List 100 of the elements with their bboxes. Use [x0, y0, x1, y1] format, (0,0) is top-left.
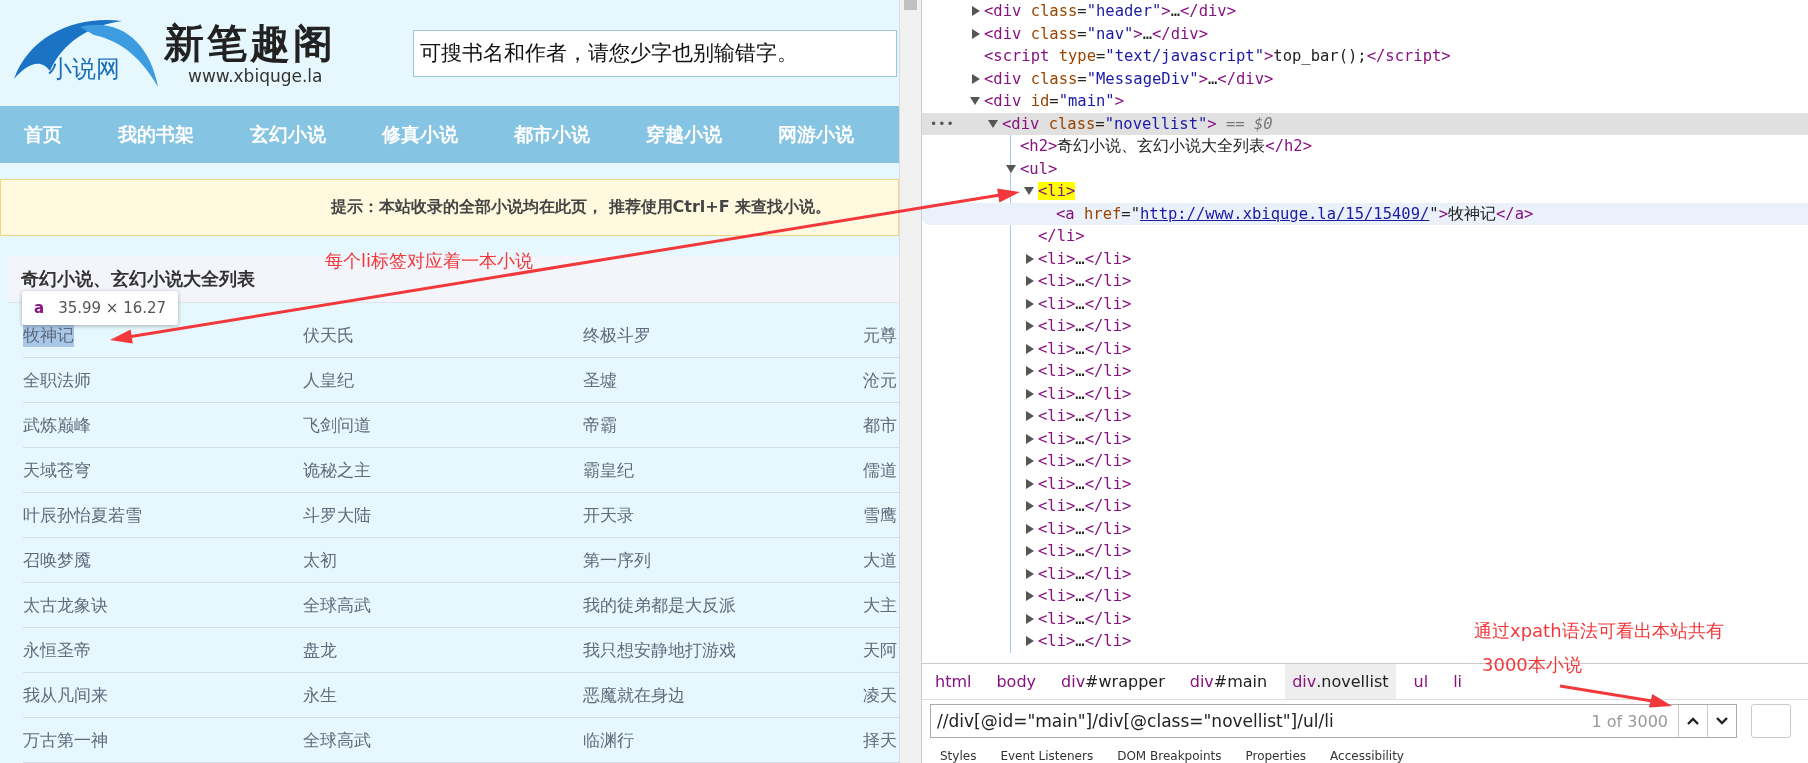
novel-link[interactable]: 伏天氏	[303, 323, 354, 347]
dom-tree-row[interactable]: </li>	[922, 225, 1085, 248]
panel-tab[interactable]: Accessibility	[1330, 749, 1404, 763]
breadcrumb-item[interactable]: body	[989, 664, 1044, 700]
dom-tree-row[interactable]: <li>…</li>	[922, 270, 1132, 293]
dom-tree-row[interactable]: <li>…</li>	[922, 337, 1132, 360]
novel-link[interactable]: 诡秘之主	[303, 458, 371, 482]
novel-link[interactable]: 天域苍穹	[23, 458, 91, 482]
search-field[interactable]: 可搜书名和作者，请您少字也别输错字。	[413, 29, 897, 77]
novel-link[interactable]: 叶辰孙怡夏若雪	[23, 503, 142, 527]
panel-tab[interactable]: DOM Breakpoints	[1117, 749, 1222, 763]
dom-tree-row[interactable]: <div class="header">…</div>	[922, 0, 1236, 23]
dom-tree-row[interactable]: <li>…</li>	[922, 630, 1132, 653]
code-text: <li>…</li>	[1038, 586, 1132, 607]
novel-link[interactable]: 天阿	[863, 638, 897, 662]
novel-link[interactable]: 全职法师	[23, 368, 91, 392]
novel-link[interactable]: 万古第一神	[23, 728, 108, 752]
breadcrumb-item[interactable]: ul	[1406, 664, 1436, 700]
xpath-search-field[interactable]: //div[@id="main"]/div[@class="novellist"]/ul/li 1 of 3000	[930, 704, 1737, 739]
dom-tree-row[interactable]: <li>…</li>	[922, 247, 1132, 270]
novel-link[interactable]: 太初	[303, 548, 337, 572]
novel-link[interactable]: 永恒圣帝	[23, 638, 91, 662]
site-name: 新笔趣阁	[164, 20, 336, 66]
dom-tree-row[interactable]: <li>…</li>	[922, 405, 1132, 428]
novel-link[interactable]: 全球高武	[303, 728, 371, 752]
match-count: 1 of 3000	[1591, 711, 1668, 731]
breadcrumb-item[interactable]: div#main	[1182, 664, 1275, 700]
novel-link[interactable]: 我的徒弟都是大反派	[583, 593, 736, 617]
novel-link[interactable]: 大主	[863, 593, 897, 617]
novel-link[interactable]: 永生	[303, 683, 337, 707]
annotation-note: 通过xpath语法可看出本站共有 3000本小说	[1474, 619, 1724, 677]
dom-tree-row[interactable]: <li>…</li>	[922, 450, 1132, 473]
dom-tree-row[interactable]: <div id="main">	[922, 90, 1124, 113]
novel-link[interactable]: 儒道	[863, 458, 897, 482]
dom-tree-row[interactable]: <li>…</li>	[922, 360, 1132, 383]
dom-tree-row[interactable]: <li>…</li>	[922, 495, 1132, 518]
novel-link[interactable]: 飞剑问道	[303, 413, 371, 437]
dom-tree-row[interactable]: <a href="http://www.xbiquge.la/15/15409/">牧神记</a>	[922, 202, 1808, 225]
dom-tree-row[interactable]: <li>…</li>	[922, 382, 1132, 405]
code-text: <li>…</li>	[1038, 361, 1132, 382]
dom-tree-row[interactable]: <li>…</li>	[922, 517, 1132, 540]
dom-tree-row[interactable]: <li>…</li>	[922, 427, 1132, 450]
novel-link[interactable]: 人皇纪	[303, 368, 354, 392]
novel-link[interactable]: 太古龙象诀	[23, 593, 108, 617]
novel-link[interactable]: 沧元	[863, 368, 897, 392]
more-actions-button[interactable]: •••	[930, 112, 955, 135]
code-text: <li>…</li>	[1038, 608, 1132, 630]
code-text: <li>…</li>	[1038, 383, 1132, 405]
novel-link[interactable]: 斗罗大陆	[303, 503, 371, 527]
code-text: <li>	[1038, 181, 1076, 202]
code-text: <li>…</li>	[1038, 406, 1132, 427]
novel-link[interactable]: 择天	[863, 728, 897, 752]
novel-link[interactable]: 都市	[863, 413, 897, 437]
novel-link[interactable]: 凌天	[863, 683, 897, 707]
breadcrumb-item[interactable]: div.novellist	[1285, 664, 1396, 700]
url-link[interactable]: http://www.xbiquge.la/15/15409/	[1140, 204, 1430, 223]
dom-tree-row[interactable]: <li>…</li>	[922, 292, 1132, 315]
dom-tree-row[interactable]: <li>…</li>	[922, 540, 1132, 563]
novel-link[interactable]: 大道	[863, 548, 897, 572]
dom-tree-row[interactable]: <li>…</li>	[922, 315, 1132, 338]
novel-link[interactable]: 盘龙	[303, 638, 337, 662]
novel-link[interactable]: 元尊	[863, 323, 897, 347]
site-url: www.xbiquge.la	[188, 66, 324, 86]
dom-tree-row[interactable]: <li>…</li>	[922, 607, 1132, 630]
dom-tree-row[interactable]: <h2>奇幻小说、玄幻小说大全列表</h2>	[922, 135, 1312, 158]
panel-tab[interactable]: Event Listeners	[1000, 749, 1094, 763]
dom-tree-row[interactable]: <li>…</li>	[922, 562, 1132, 585]
novel-link[interactable]: 开天录	[583, 503, 634, 527]
code-text: <h2>奇幻小说、玄幻小说大全列表</h2>	[1020, 136, 1312, 157]
novel-link[interactable]: 恶魔就在身边	[583, 683, 685, 707]
dom-tree-row[interactable]: <ul>	[922, 157, 1058, 180]
panel-tab[interactable]: Properties	[1245, 749, 1307, 763]
dom-tree-row[interactable]: <li>	[922, 180, 1076, 203]
code-text: <div id="main">	[984, 91, 1124, 112]
novel-link[interactable]: 圣墟	[583, 368, 617, 392]
code-text: <div class="header">…</div>	[984, 1, 1236, 22]
novel-link[interactable]: 雪鹰	[863, 503, 897, 527]
novel-link[interactable]: 第一序列	[583, 548, 651, 572]
dom-tree-row[interactable]: <li>…</li>	[922, 472, 1132, 495]
novel-link[interactable]: 全球高武	[303, 593, 371, 617]
code-text: <li>…</li>	[1038, 631, 1132, 652]
dom-tree-row[interactable]: <li>…</li>	[922, 585, 1132, 608]
tooltip-size: 35.99 × 16.27	[58, 299, 167, 317]
novel-link[interactable]: 霸皇纪	[583, 458, 634, 482]
dom-tree-row[interactable]: <script type="text/javascript">top_bar();</script>	[922, 45, 1451, 68]
panel-tab[interactable]: Styles	[940, 749, 977, 763]
novel-link[interactable]: 我只想安静地打游戏	[583, 638, 736, 662]
breadcrumb-item[interactable]: li	[1446, 664, 1470, 700]
dom-tree-row[interactable]: ••• <div class="novellist"> == $0	[922, 112, 1808, 135]
novel-link[interactable]: 我从凡间来	[23, 683, 108, 707]
dom-tree-row[interactable]: <div class="MessageDiv">…</div>	[922, 67, 1274, 90]
novel-link[interactable]: 帝霸	[583, 413, 617, 437]
novel-link[interactable]: 武炼巅峰	[23, 413, 91, 437]
novel-link[interactable]: 终极斗罗	[583, 323, 651, 347]
dom-tree-row[interactable]: <div class="nav">…</div>	[922, 22, 1209, 45]
novel-link[interactable]: 临渊行	[583, 728, 634, 752]
novel-link[interactable]: 牧神记	[23, 323, 74, 347]
breadcrumb-item[interactable]: html	[928, 664, 979, 700]
breadcrumb-item[interactable]: div#wrapper	[1054, 664, 1172, 700]
novel-link[interactable]: 召唤梦魇	[23, 548, 91, 572]
